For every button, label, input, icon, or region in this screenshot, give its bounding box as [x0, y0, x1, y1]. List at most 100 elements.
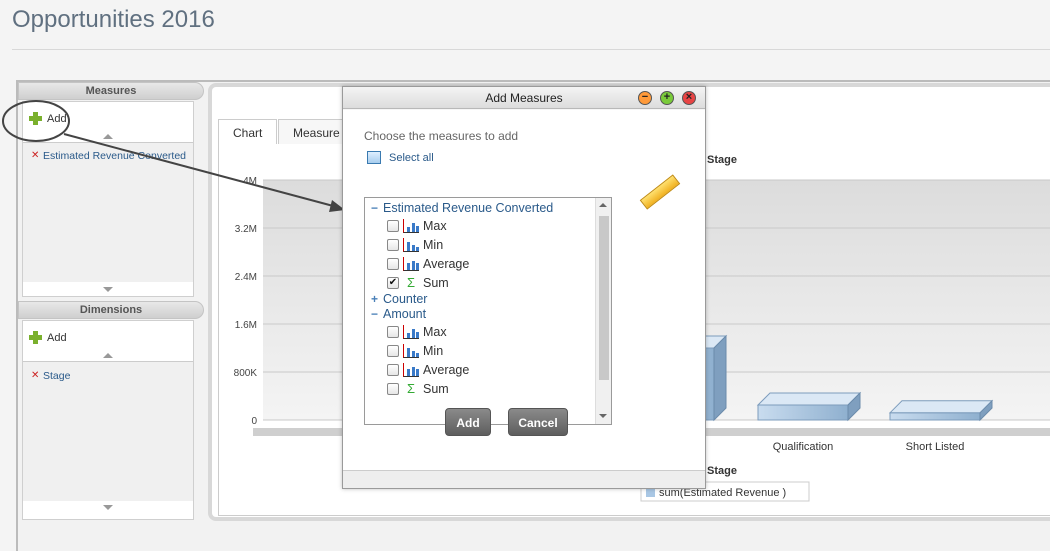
checkbox[interactable] [387, 363, 399, 376]
bar-chart-min-icon [403, 343, 419, 358]
maximize-icon[interactable]: + [660, 91, 674, 105]
legend-swatch [646, 488, 655, 497]
select-all-label: Select all [389, 151, 434, 164]
tab-measure-label: Measure [293, 126, 340, 140]
remove-icon[interactable]: ✕ [31, 150, 39, 162]
x-axis-title: Stage [707, 465, 737, 477]
x-tick-label: Qualification [773, 441, 834, 453]
bar-qualification[interactable] [757, 404, 849, 421]
tab-chart-label: Chart [233, 126, 263, 140]
checkbox[interactable] [387, 238, 399, 251]
tree-group-counter[interactable]: + Counter [365, 292, 595, 307]
measures-tree-list[interactable]: − Estimated Revenue Converted Max Min Av [364, 197, 612, 425]
list-scrollbar[interactable] [595, 198, 611, 424]
sigma-icon: Σ [406, 274, 416, 290]
collapse-icon[interactable]: − [371, 307, 378, 322]
measure-item: ✕ Estimated Revenue Converted [23, 150, 193, 162]
measures-list: ✕ Estimated Revenue Converted [23, 142, 193, 282]
bar-chart-min-icon [403, 237, 419, 252]
dialog-footer [343, 470, 705, 488]
tab-chart[interactable]: Chart [218, 119, 278, 145]
checkbox-checked[interactable]: ✔ [387, 276, 399, 289]
bar-chart-average-icon [403, 256, 419, 271]
measures-panel: Add ✕ Estimated Revenue Converted [22, 101, 194, 297]
option-label: Min [423, 343, 444, 358]
add-button[interactable]: Add [445, 408, 491, 436]
option-max[interactable]: Max [365, 322, 595, 341]
scroll-down-icon[interactable] [599, 414, 607, 418]
option-min[interactable]: Min [365, 235, 595, 254]
plus-icon [29, 112, 42, 125]
option-average[interactable]: Average [365, 360, 595, 379]
y-tick-label: 3.2M [235, 224, 257, 235]
option-sum[interactable]: Σ Sum [365, 379, 595, 398]
plus-icon [29, 331, 42, 344]
chart-title: Stage [707, 154, 737, 166]
add-measures-dialog: Add Measures − + × Choose the measures t… [342, 86, 706, 489]
remove-icon[interactable]: ✕ [31, 370, 39, 382]
scroll-down-icon[interactable] [103, 505, 113, 510]
dialog-title: Add Measures [485, 91, 563, 105]
option-label: Max [423, 218, 447, 233]
option-label: Average [423, 362, 470, 377]
option-min[interactable]: Min [365, 341, 595, 360]
dimensions-add-button[interactable]: Add [23, 321, 193, 344]
dimension-item: ✕ Stage [23, 370, 193, 382]
title-divider [12, 49, 1050, 50]
scrollbar-thumb[interactable] [599, 216, 609, 380]
measure-item-label[interactable]: Estimated Revenue Converted [43, 150, 186, 162]
checkbox[interactable] [387, 325, 399, 338]
select-all-icon [367, 151, 381, 164]
dimension-item-label[interactable]: Stage [43, 370, 70, 382]
option-average[interactable]: Average [365, 254, 595, 273]
bar-top-face [756, 392, 862, 406]
group-label: Counter [383, 292, 428, 306]
cancel-button[interactable]: Cancel [508, 408, 568, 436]
option-label: Average [423, 256, 470, 271]
close-icon[interactable]: × [682, 91, 696, 105]
measures-tree: − Estimated Revenue Converted Max Min Av [365, 201, 595, 398]
dimensions-header-label: Dimensions [79, 304, 143, 316]
y-tick-label: 1.6M [235, 320, 257, 331]
dimensions-list: ✕ Stage [23, 361, 193, 501]
checkbox[interactable] [387, 344, 399, 357]
ruler-icon [639, 174, 681, 210]
measures-panel-header[interactable]: Measures [18, 82, 204, 100]
option-label: Max [423, 324, 447, 339]
option-max[interactable]: Max [365, 216, 595, 235]
scroll-up-icon[interactable] [103, 353, 113, 358]
bar-short-listed[interactable] [889, 412, 981, 421]
option-sum[interactable]: ✔ Σ Sum [365, 273, 595, 292]
bar-chart-max-icon [403, 218, 419, 233]
dialog-body: Choose the measures to add Select all − … [343, 110, 705, 470]
scroll-up-icon[interactable] [599, 203, 607, 207]
collapse-icon[interactable]: − [371, 201, 378, 216]
y-tick-label: 0 [251, 416, 257, 427]
dimensions-add-label: Add [47, 331, 67, 344]
minimize-icon[interactable]: − [638, 91, 652, 105]
bar-chart-max-icon [403, 324, 419, 339]
tree-group-estimated-revenue[interactable]: − Estimated Revenue Converted [365, 201, 595, 216]
group-label: Estimated Revenue Converted [383, 201, 554, 215]
sigma-icon: Σ [406, 380, 416, 396]
option-label: Min [423, 237, 444, 252]
measures-add-label: Add [47, 112, 67, 125]
scroll-down-icon[interactable] [103, 287, 113, 292]
option-label: Sum [423, 381, 449, 396]
checkbox[interactable] [387, 257, 399, 270]
dimensions-panel-header[interactable]: Dimensions [18, 301, 204, 319]
page-title: Opportunities 2016 [12, 6, 215, 33]
measures-header-label: Measures [85, 85, 137, 97]
group-label: Amount [383, 307, 427, 321]
tree-group-amount[interactable]: − Amount [365, 307, 595, 322]
dialog-titlebar[interactable]: Add Measures − + × [343, 87, 705, 109]
checkbox[interactable] [387, 219, 399, 232]
select-all-link[interactable]: Select all [367, 151, 434, 164]
y-axis-ticks: 0 800K 1.6M 2.4M 3.2M 4M [234, 176, 258, 427]
expand-icon[interactable]: + [371, 292, 378, 307]
dialog-prompt: Choose the measures to add [364, 129, 519, 143]
checkbox[interactable] [387, 382, 399, 395]
measures-add-button[interactable]: Add [23, 102, 193, 125]
y-tick-label: 800K [234, 368, 258, 379]
scroll-up-icon[interactable] [103, 134, 113, 139]
